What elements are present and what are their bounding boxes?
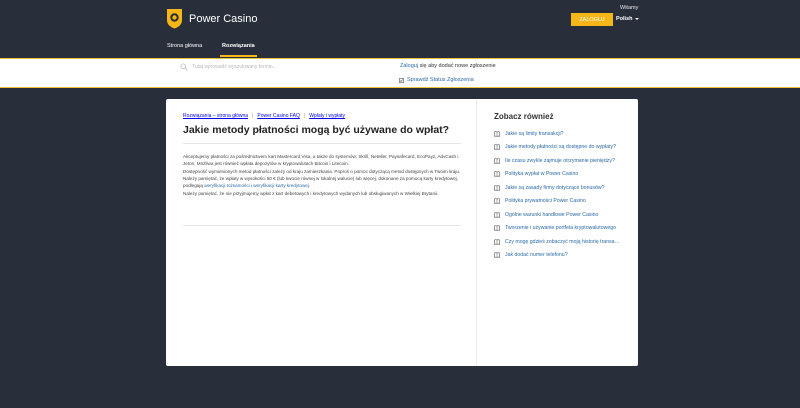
login-button[interactable]: ZALOGUJ <box>571 13 613 26</box>
checkbox-icon <box>399 77 404 83</box>
paragraph-text: . <box>308 183 311 189</box>
search-input[interactable] <box>192 62 382 72</box>
article-icon <box>494 239 500 245</box>
active-nav-indicator <box>220 55 257 57</box>
list-item: Polityka wypłat w Power Casino <box>494 168 624 182</box>
divider <box>183 225 461 226</box>
breadcrumb-separator: | <box>252 113 254 119</box>
login-prompt-text: się aby dodać nowe zgłoszenie <box>418 63 496 69</box>
list-item: Jak dodać numer telefonu? <box>494 249 624 263</box>
breadcrumb-separator: | <box>303 113 306 119</box>
search-icon <box>180 63 188 71</box>
top-header: Power Casino Witamy ZALOGUJ Polish Stron… <box>0 0 800 58</box>
article-paragraph: Dostępność wymienionych metod płatności … <box>183 168 461 174</box>
brand-name: Power Casino <box>189 13 258 25</box>
article-icon <box>494 131 500 137</box>
language-selector[interactable]: Polish <box>616 16 639 22</box>
brand-logo-icon[interactable] <box>166 8 183 29</box>
breadcrumb-home[interactable]: Rozwiązania – strona główna <box>183 113 248 119</box>
article-icon <box>494 144 500 151</box>
list-item: Ile czasu zwykle zajmuje otrzymanie pien… <box>494 154 624 168</box>
welcome-text: Witamy <box>620 5 639 11</box>
list-item: Jakie są limity transakcji? <box>494 127 624 141</box>
login-link[interactable]: Zaloguj <box>400 63 418 69</box>
list-item: Ogólne warunki handlowe Power Casino <box>494 208 624 222</box>
article-body: Akceptujemy płatności za pośrednictwem k… <box>183 154 461 199</box>
list-item: Czy mogę gdzieś zobaczyć moją historię t… <box>494 235 624 249</box>
related-article-link[interactable]: Ogólne warunki handlowe Power Casino <box>505 212 620 218</box>
related-article-link[interactable]: Polityka wypłat w Power Casino <box>505 171 620 177</box>
related-article-link[interactable]: Czy mogę gdzieś zobaczyć moją historię t… <box>505 239 620 245</box>
article-paragraph: Należy pamiętać, że nie przyjmujemy wpła… <box>183 190 439 196</box>
list-item: Jakie metody płatności są dostępne do wy… <box>494 141 624 155</box>
related-articles-title: Zobacz również <box>494 112 554 121</box>
status-link-label: Sprawdź Status Zgłoszenia <box>407 77 474 83</box>
article-paragraph: Należy pamiętać, że wpłaty w wysokości 5… <box>183 176 461 190</box>
article-icon <box>494 212 500 218</box>
breadcrumb-payments[interactable]: Wpłaty i wypłaty <box>309 113 345 119</box>
list-item: Polityka prywatności Power Casino <box>494 195 624 209</box>
chevron-down-icon <box>634 18 639 20</box>
related-article-link[interactable]: Jakie są zasady firmy dotyczące bonusów? <box>505 185 620 191</box>
related-article-link[interactable]: Ile czasu zwykle zajmuje otrzymanie pien… <box>505 158 620 164</box>
nav-home[interactable]: Strona główna <box>167 43 202 49</box>
divider <box>183 143 461 144</box>
nav-solutions[interactable]: Rozwiązania <box>222 43 255 49</box>
related-article-link[interactable]: Polityka prywatności Power Casino <box>505 198 620 204</box>
list-item: Jakie są zasady firmy dotyczące bonusów? <box>494 181 624 195</box>
article-icon <box>494 198 500 205</box>
column-separator <box>476 99 477 366</box>
login-prompt: Zaloguj się aby dodać nowe zgłoszenie <box>400 63 496 69</box>
article-icon <box>494 252 500 259</box>
list-item: Tworzenie i używanie portfela kryptowalu… <box>494 222 624 236</box>
article-icon <box>494 158 500 164</box>
article-paragraph: Akceptujemy płatności za pośrednictwem k… <box>183 154 459 166</box>
article-icon <box>494 225 500 232</box>
related-article-link[interactable]: Jak dodać numer telefonu? <box>505 252 620 258</box>
breadcrumb: Rozwiązania – strona główna | Power Casi… <box>183 113 345 119</box>
article-icon <box>494 185 500 191</box>
check-ticket-status-link[interactable]: Sprawdź Status Zgłoszenia <box>399 77 474 83</box>
related-article-link[interactable]: Tworzenie i używanie portfela kryptowalu… <box>505 225 620 231</box>
verification-link[interactable]: weryfikacji tożsamości i weryfikacji kar… <box>204 183 309 188</box>
article-title: Jakie metody płatności mogą być używane … <box>183 124 450 136</box>
article-icon <box>494 171 500 178</box>
breadcrumb-faq[interactable]: Power Casino FAQ <box>257 113 300 119</box>
search-band: Zaloguj się aby dodać nowe zgłoszenie Sp… <box>0 58 800 88</box>
related-article-link[interactable]: Jakie są limity transakcji? <box>505 131 620 137</box>
related-articles-list: Jakie są limity transakcji? Jakie metody… <box>494 127 624 262</box>
related-article-link[interactable]: Jakie metody płatności są dostępne do wy… <box>505 144 620 150</box>
language-label: Polish <box>616 16 633 22</box>
article-card: Rozwiązania – strona główna | Power Casi… <box>166 99 638 366</box>
